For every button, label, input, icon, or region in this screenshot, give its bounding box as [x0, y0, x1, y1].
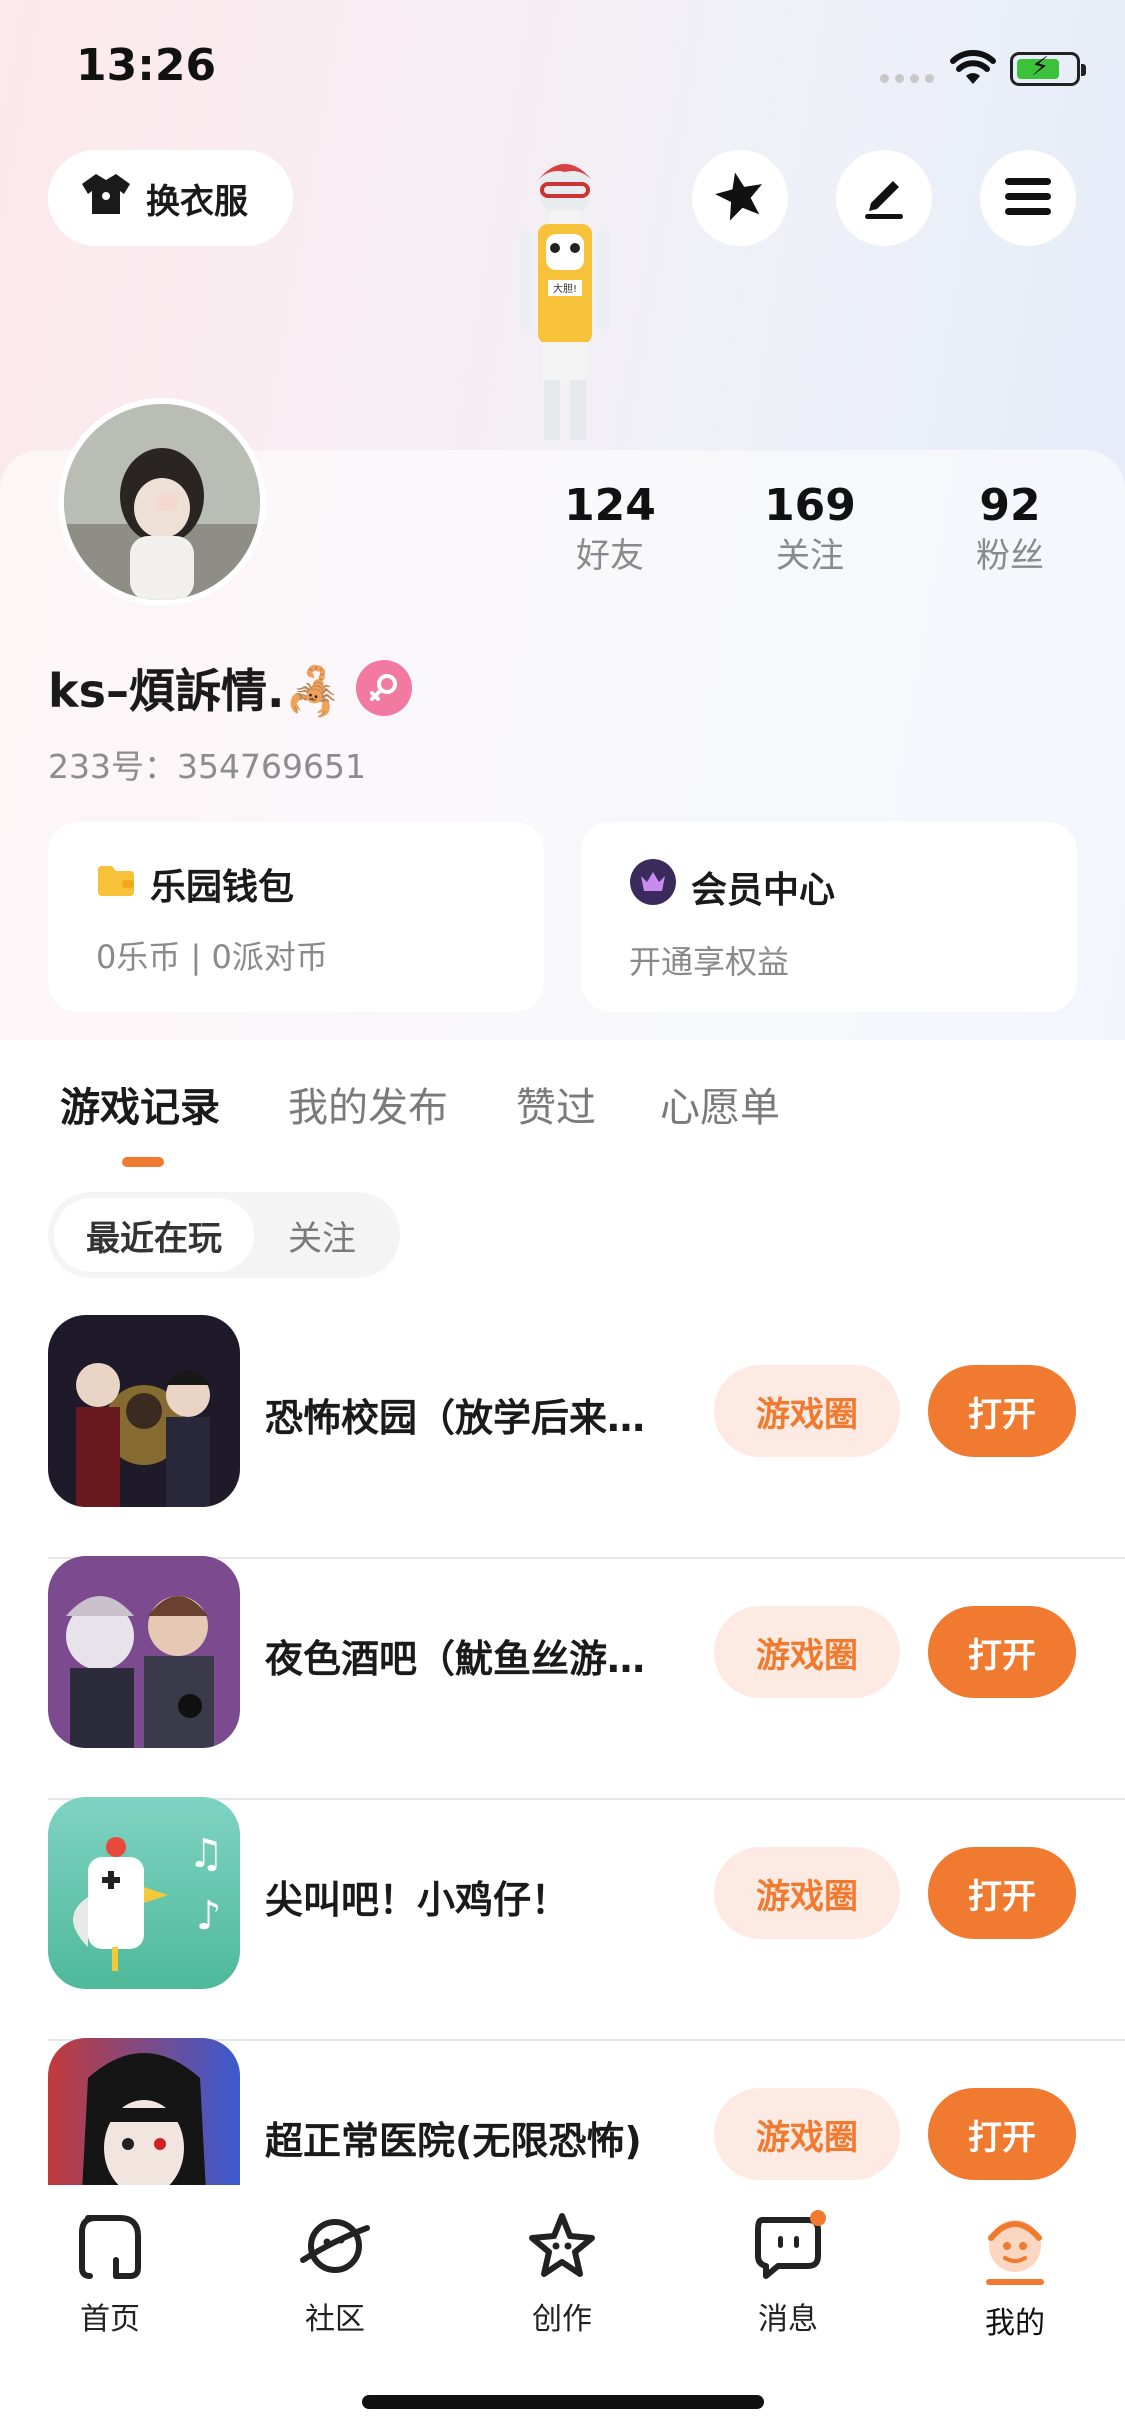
- stat-value: 124: [564, 480, 656, 531]
- open-game-button[interactable]: 打开: [928, 1606, 1076, 1698]
- profile-face-icon: [977, 2220, 1053, 2290]
- tab-game-records[interactable]: 游戏记录: [60, 1075, 220, 1133]
- stat-label: 关注: [776, 536, 844, 576]
- open-game-button[interactable]: 打开: [928, 1365, 1076, 1457]
- tabbar-label: 创作: [532, 2302, 592, 2337]
- game-title: 超正常医院(无限恐怖): [265, 2119, 642, 2163]
- open-game-button[interactable]: 打开: [928, 2088, 1076, 2180]
- stat-label: 好友: [576, 536, 644, 576]
- wallet-card[interactable]: 乐园钱包 0乐币 | 0派对币: [48, 822, 544, 1012]
- tabbar-me[interactable]: 我的: [945, 2210, 1085, 2342]
- change-outfit-label: 换衣服: [146, 181, 248, 222]
- content-tabs: 游戏记录 我的发布 赞过 心愿单: [0, 1075, 1125, 1145]
- change-outfit-button[interactable]: 换衣服: [48, 150, 293, 246]
- game-title: 恐怖校园（放学后来…: [265, 1396, 646, 1440]
- open-game-button[interactable]: 打开: [928, 1847, 1076, 1939]
- tabbar-label: 社区: [305, 2302, 365, 2337]
- battery-icon: ⚡: [1010, 52, 1086, 86]
- tab-liked[interactable]: 赞过: [516, 1075, 596, 1133]
- tabbar-community[interactable]: 社区: [265, 2210, 405, 2338]
- tabbar-label: 消息: [758, 2302, 818, 2337]
- svg-text:♫: ♫: [188, 1831, 224, 1877]
- wifi-icon: [950, 50, 996, 90]
- stat-value: 169: [764, 480, 856, 531]
- game-icon-horror-school: [48, 1315, 240, 1507]
- game-circle-button[interactable]: 游戏圈: [714, 1606, 900, 1698]
- filter-following[interactable]: 关注: [288, 1198, 356, 1272]
- filter-recent[interactable]: 最近在玩: [54, 1198, 254, 1272]
- planet-icon: [295, 2219, 375, 2286]
- menu-icon: [1005, 176, 1051, 220]
- username: ks–煩訴情.🦂: [48, 664, 342, 718]
- pen-icon: [859, 171, 909, 225]
- username-row: ks–煩訴情.🦂: [48, 655, 412, 721]
- stat-fans[interactable]: 92 粉丝: [930, 478, 1090, 578]
- female-icon: [355, 660, 412, 716]
- shirt-icon: [80, 172, 132, 225]
- game-row[interactable]: 夜色酒吧（魷鱼丝游… 游戏圈 打开: [0, 1556, 1125, 1800]
- game-row[interactable]: 恐怖校园（放学后来… 游戏圈 打开: [0, 1315, 1125, 1559]
- tab-my-posts[interactable]: 我的发布: [288, 1075, 448, 1133]
- tab-wishlist[interactable]: 心愿单: [660, 1075, 780, 1133]
- edit-profile-button[interactable]: [836, 150, 932, 246]
- home-icon: [72, 2215, 148, 2286]
- home-indicator: [362, 2395, 764, 2409]
- vip-card[interactable]: 会员中心 开通享权益: [581, 822, 1077, 1012]
- status-time: 13:26: [76, 40, 217, 91]
- star-icon: [524, 2213, 600, 2286]
- vip-subtitle: 开通享权益: [629, 943, 790, 981]
- wallet-title: 乐园钱包: [150, 867, 295, 908]
- vip-crown-icon: [629, 858, 677, 915]
- game-title: 尖叫吧！小鸡仔！: [265, 1878, 570, 1922]
- tabbar-messages[interactable]: 消息: [718, 2210, 858, 2338]
- avatar-character[interactable]: 大胆!: [480, 150, 650, 450]
- user-id: 233号：354769651: [48, 747, 366, 786]
- stat-following[interactable]: 169 关注: [730, 478, 890, 578]
- chat-icon: [748, 2210, 828, 2286]
- tab-indicator: [122, 1157, 164, 1167]
- wallet-icon: [96, 862, 136, 907]
- star-icon: [712, 168, 768, 228]
- menu-button[interactable]: [980, 150, 1076, 246]
- game-title: 夜色酒吧（魷鱼丝游…: [265, 1637, 646, 1681]
- signal-icon: [880, 74, 934, 84]
- stat-friends[interactable]: 124 好友: [530, 478, 690, 578]
- svg-text:♪: ♪: [196, 1893, 222, 1939]
- tabbar-label: 首页: [80, 2302, 140, 2337]
- avatar-shirt-text: 大胆!: [553, 282, 577, 295]
- tabbar-label: 我的: [985, 2306, 1045, 2341]
- avatar[interactable]: [58, 398, 266, 606]
- stat-label: 粉丝: [976, 536, 1044, 576]
- game-row[interactable]: ♫ ♪ 尖叫吧！小鸡仔！ 游戏圈 打开: [0, 1797, 1125, 2041]
- game-icon-scream-chicken: ♫ ♪: [48, 1797, 240, 1989]
- tabbar-home[interactable]: 首页: [40, 2210, 180, 2338]
- wallet-balance: 0乐币 | 0派对币: [96, 938, 328, 976]
- filter-segment: 最近在玩 关注: [48, 1192, 400, 1278]
- game-circle-button[interactable]: 游戏圈: [714, 2088, 900, 2180]
- game-icon-night-bar: [48, 1556, 240, 1748]
- favorites-button[interactable]: [692, 150, 788, 246]
- game-circle-button[interactable]: 游戏圈: [714, 1847, 900, 1939]
- vip-title: 会员中心: [691, 869, 836, 911]
- game-circle-button[interactable]: 游戏圈: [714, 1365, 900, 1457]
- tabbar-create[interactable]: 创作: [492, 2210, 632, 2338]
- stat-value: 92: [979, 480, 1041, 531]
